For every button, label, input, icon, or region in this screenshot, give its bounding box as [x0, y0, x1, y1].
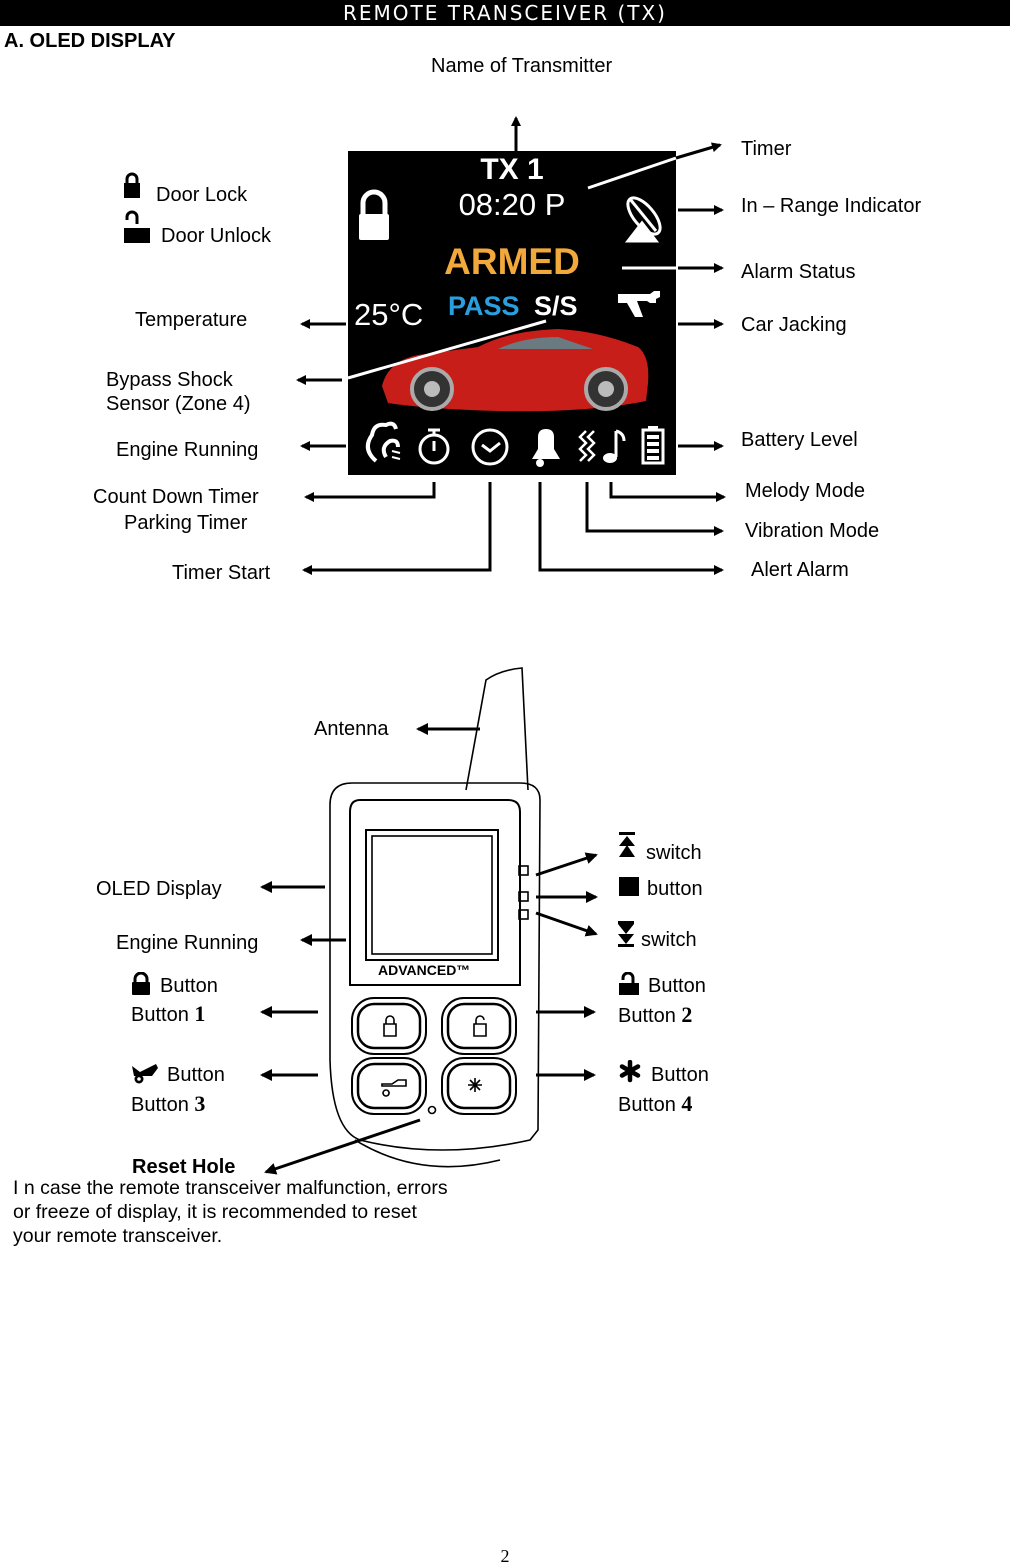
reset-note: I n case the remote transceiver malfunct…	[13, 1177, 448, 1247]
switch-up-icon	[619, 832, 635, 857]
device-screen	[365, 829, 499, 961]
reset-hole	[427, 1105, 437, 1115]
label-antenna: Antenna	[314, 718, 389, 740]
label-oled-display: OLED Display	[96, 878, 222, 900]
device-brand: ADVANCED™	[378, 962, 470, 978]
remote-device-drawing: ADVANCED™	[260, 667, 598, 1175]
button-2-number: 2	[681, 1002, 693, 1027]
arrow-switch-down	[535, 911, 598, 937]
arrow-switch-up	[535, 852, 598, 877]
label-button-3-word: Button	[167, 1064, 225, 1086]
trunk-button-icon	[132, 1064, 158, 1084]
label-button-1: Button 1	[131, 1001, 205, 1027]
label-engine-running-device: Engine Running	[116, 932, 259, 954]
button-1-prefix: Button	[131, 1004, 189, 1026]
button-3-prefix: Button	[131, 1094, 189, 1116]
label-button-4-word: Button	[651, 1064, 709, 1086]
label-switch-down: switch	[641, 929, 697, 951]
label-button-4: Button 4	[618, 1091, 692, 1117]
lock-button-icon	[132, 972, 150, 995]
button-2-prefix: Button	[618, 1005, 676, 1027]
label-button-2-word: Button	[648, 975, 706, 997]
device-button-2	[441, 997, 517, 1055]
label-button-3: Button 3	[131, 1091, 205, 1117]
unlock-button-icon	[619, 972, 639, 995]
label-middle-button: button	[647, 878, 703, 900]
label-button-2: Button 2	[618, 1002, 692, 1028]
label-button-1-word: Button	[160, 975, 218, 997]
asterisk-button-icon	[619, 1060, 641, 1083]
arrow-reset-hole	[264, 1118, 421, 1175]
switch-down-icon	[618, 921, 634, 947]
device-button-4	[441, 1057, 517, 1115]
button-4-number: 4	[681, 1091, 693, 1116]
label-switch-up: switch	[646, 842, 702, 864]
button-3-number: 3	[194, 1091, 206, 1116]
button-1-number: 1	[194, 1001, 206, 1026]
square-button-icon	[619, 877, 639, 896]
device-button-1	[351, 997, 427, 1055]
button-4-prefix: Button	[618, 1094, 676, 1116]
